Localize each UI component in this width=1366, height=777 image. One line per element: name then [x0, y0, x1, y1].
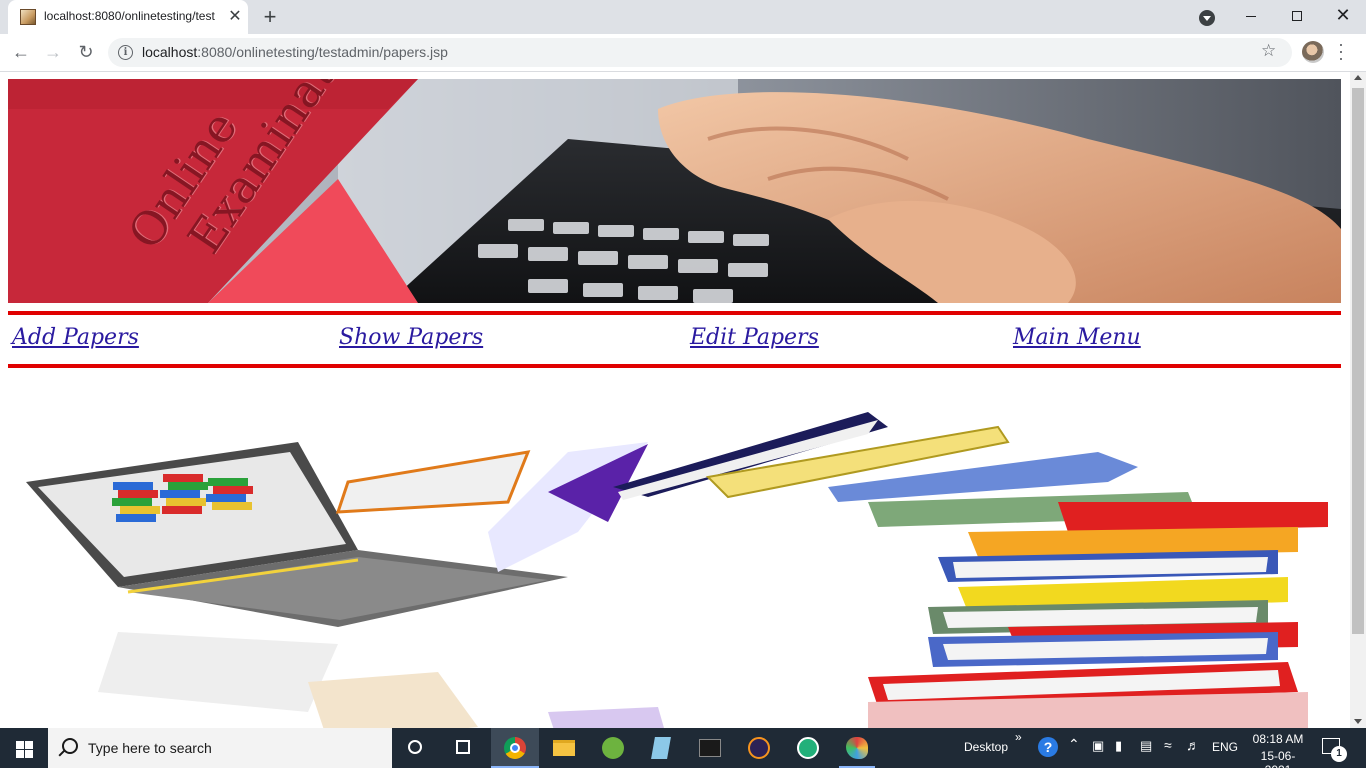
- laptop-books-illustration: [8, 382, 1341, 728]
- restore-window-button[interactable]: [1274, 0, 1320, 30]
- new-tab-button[interactable]: +: [258, 6, 282, 28]
- paint-icon[interactable]: [833, 728, 881, 768]
- profile-avatar[interactable]: [1302, 41, 1324, 63]
- scroll-down-arrow-icon[interactable]: [1354, 719, 1362, 724]
- meet-now-icon[interactable]: ▣: [1092, 738, 1104, 754]
- taskbar-search-box[interactable]: Type here to search: [48, 728, 392, 768]
- clock-time[interactable]: 08:18 AM: [1252, 732, 1304, 746]
- windows-taskbar: Type here to search Desktop » ? ⌃ ▣ ▮ ▤ …: [0, 728, 1366, 777]
- browser-menu-icon[interactable]: · · ·: [1336, 35, 1346, 67]
- vertical-scrollbar[interactable]: [1350, 72, 1366, 728]
- desktop-toolbar-label[interactable]: Desktop: [964, 740, 1008, 754]
- nav-top-rule: [8, 311, 1341, 315]
- add-papers-link[interactable]: Add Papers: [12, 325, 139, 350]
- toolbar-expand-icon[interactable]: »: [1015, 730, 1022, 744]
- security-icon[interactable]: ▤: [1140, 738, 1152, 754]
- bookmark-star-icon[interactable]: ☆: [1261, 41, 1276, 61]
- checkmark-app-icon[interactable]: [784, 728, 832, 768]
- chrome-taskbar-icon[interactable]: [491, 728, 539, 768]
- wifi-icon[interactable]: ≈: [1164, 737, 1172, 753]
- scrollbar-thumb[interactable]: [1352, 88, 1364, 634]
- notepad-icon[interactable]: [637, 728, 685, 768]
- books-flying-from-laptop-picture: [8, 382, 1341, 728]
- header-banner-image: Online Examination: [8, 79, 1341, 303]
- show-hidden-icons-icon[interactable]: ⌃: [1068, 736, 1080, 753]
- browser-tab-strip: localhost:8080/onlinetesting/test ✕ + ✕: [0, 0, 1366, 34]
- clock-date[interactable]: 15-06-2021: [1248, 749, 1308, 777]
- reload-icon[interactable]: ↻: [74, 40, 98, 64]
- cortana-icon[interactable]: [392, 728, 440, 768]
- url-text[interactable]: localhost:8080/onlinetesting/testadmin/p…: [142, 44, 448, 60]
- forward-arrow-icon[interactable]: →: [41, 40, 65, 64]
- main-menu-link[interactable]: Main Menu: [1013, 325, 1141, 350]
- browser-tab[interactable]: localhost:8080/onlinetesting/test ✕: [8, 0, 248, 34]
- site-info-icon[interactable]: i: [118, 45, 133, 60]
- task-view-icon[interactable]: [440, 728, 488, 768]
- edit-papers-link[interactable]: Edit Papers: [690, 325, 819, 350]
- close-window-button[interactable]: ✕: [1320, 0, 1366, 30]
- scroll-up-arrow-icon[interactable]: [1354, 75, 1362, 80]
- file-explorer-icon[interactable]: [540, 728, 588, 768]
- search-placeholder: Type here to search: [88, 740, 212, 756]
- tab-title: localhost:8080/onlinetesting/test: [44, 9, 215, 23]
- page-viewport: Online Examination Add Papers Show Paper…: [0, 72, 1350, 728]
- help-icon[interactable]: ?: [1038, 737, 1058, 757]
- battery-icon[interactable]: ▮: [1115, 738, 1122, 754]
- tab-search-icon[interactable]: [1199, 10, 1215, 26]
- spring-tool-suite-icon[interactable]: [589, 728, 637, 768]
- volume-icon[interactable]: ♬: [1186, 737, 1200, 753]
- page-favicon-icon: [20, 9, 36, 25]
- search-icon: [62, 738, 78, 754]
- mysql-workbench-icon[interactable]: [686, 728, 734, 768]
- close-tab-icon[interactable]: ✕: [226, 8, 244, 26]
- eclipse-icon[interactable]: [735, 728, 783, 768]
- minimize-window-button[interactable]: [1228, 0, 1274, 30]
- address-bar[interactable]: i localhost:8080/onlinetesting/testadmin…: [108, 38, 1292, 67]
- back-arrow-icon[interactable]: ←: [9, 40, 33, 64]
- nav-bottom-rule: [8, 364, 1341, 368]
- windows-start-icon[interactable]: [0, 728, 48, 768]
- notification-count-badge: 1: [1331, 746, 1347, 762]
- browser-toolbar: ← → ↻ i localhost:8080/onlinetesting/tes…: [0, 34, 1366, 72]
- show-papers-link[interactable]: Show Papers: [339, 325, 483, 350]
- language-indicator[interactable]: ENG: [1212, 740, 1238, 754]
